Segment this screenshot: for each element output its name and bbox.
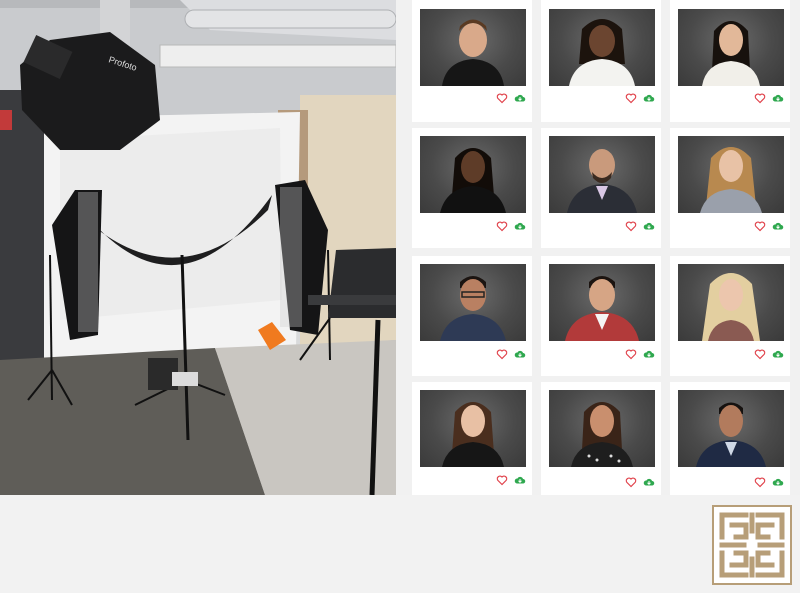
gallery-card[interactable] <box>670 128 790 248</box>
heart-icon[interactable] <box>496 474 508 486</box>
cloud-download-icon[interactable] <box>772 92 784 104</box>
gallery-card[interactable] <box>670 256 790 376</box>
headshot-photo[interactable] <box>420 264 526 341</box>
cloud-download-icon[interactable] <box>514 474 526 486</box>
gallery-card[interactable] <box>541 128 661 248</box>
headshot-photo[interactable] <box>549 264 655 341</box>
heart-icon[interactable] <box>625 476 637 488</box>
studio-photo: Profoto <box>0 0 396 495</box>
gallery-card[interactable] <box>412 128 532 248</box>
gallery-card[interactable] <box>412 256 532 376</box>
gallery-card[interactable] <box>412 382 532 495</box>
heart-icon[interactable] <box>754 348 766 360</box>
cloud-download-icon[interactable] <box>772 348 784 360</box>
headshot-photo[interactable] <box>678 9 784 86</box>
gallery-card[interactable] <box>541 256 661 376</box>
gallery-card[interactable] <box>541 382 661 495</box>
gallery-card[interactable] <box>412 0 532 122</box>
gallery-card[interactable] <box>670 382 790 495</box>
heart-icon[interactable] <box>625 220 637 232</box>
heart-icon[interactable] <box>625 92 637 104</box>
cloud-download-icon[interactable] <box>643 348 655 360</box>
heart-icon[interactable] <box>754 220 766 232</box>
headshot-photo[interactable] <box>678 136 784 213</box>
cloud-download-icon[interactable] <box>514 348 526 360</box>
gallery-card[interactable] <box>541 0 661 122</box>
cloud-download-icon[interactable] <box>514 220 526 232</box>
gallery-card[interactable] <box>670 0 790 122</box>
headshot-photo[interactable] <box>420 9 526 86</box>
cloud-download-icon[interactable] <box>643 220 655 232</box>
cloud-download-icon[interactable] <box>772 476 784 488</box>
headshot-photo[interactable] <box>420 136 526 213</box>
headshot-photo[interactable] <box>678 390 784 467</box>
headshot-photo[interactable] <box>549 136 655 213</box>
greek-key-icon <box>719 512 785 578</box>
headshot-photo[interactable] <box>420 390 526 467</box>
heart-icon[interactable] <box>754 92 766 104</box>
headshot-gallery <box>396 0 800 495</box>
headshot-photo[interactable] <box>678 264 784 341</box>
cloud-download-icon[interactable] <box>643 92 655 104</box>
cloud-download-icon[interactable] <box>514 92 526 104</box>
cloud-download-icon[interactable] <box>772 220 784 232</box>
headshot-photo[interactable] <box>549 9 655 86</box>
footer-area <box>0 495 800 593</box>
heart-icon[interactable] <box>496 92 508 104</box>
cloud-download-icon[interactable] <box>643 476 655 488</box>
headshot-photo[interactable] <box>549 390 655 467</box>
heart-icon[interactable] <box>625 348 637 360</box>
greek-key-logo[interactable] <box>712 505 792 585</box>
heart-icon[interactable] <box>754 476 766 488</box>
heart-icon[interactable] <box>496 220 508 232</box>
heart-icon[interactable] <box>496 348 508 360</box>
studio-scene-illustration: Profoto <box>0 0 396 495</box>
